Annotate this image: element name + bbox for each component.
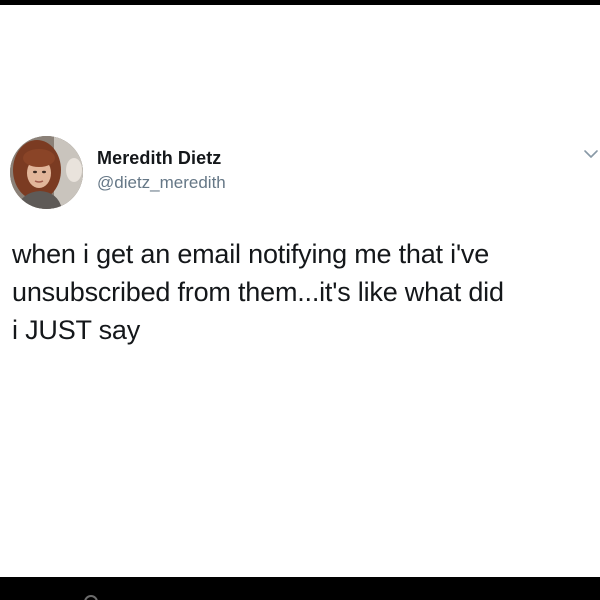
screenshot-frame: Meredith Dietz @dietz_meredith when i ge… <box>0 0 600 600</box>
top-border <box>0 0 600 5</box>
partial-icon <box>84 595 98 600</box>
chevron-down-icon[interactable] <box>583 148 599 160</box>
bottom-border <box>0 577 600 600</box>
tweet-text: when i get an email notifying me that i'… <box>12 239 504 345</box>
profile-photo-icon <box>10 136 83 209</box>
author-names: Meredith Dietz @dietz_meredith <box>97 147 226 194</box>
tweet-header: Meredith Dietz @dietz_meredith <box>10 136 600 212</box>
author-handle[interactable]: @dietz_meredith <box>97 172 226 194</box>
author-display-name[interactable]: Meredith Dietz <box>97 147 226 169</box>
avatar[interactable] <box>10 136 83 209</box>
